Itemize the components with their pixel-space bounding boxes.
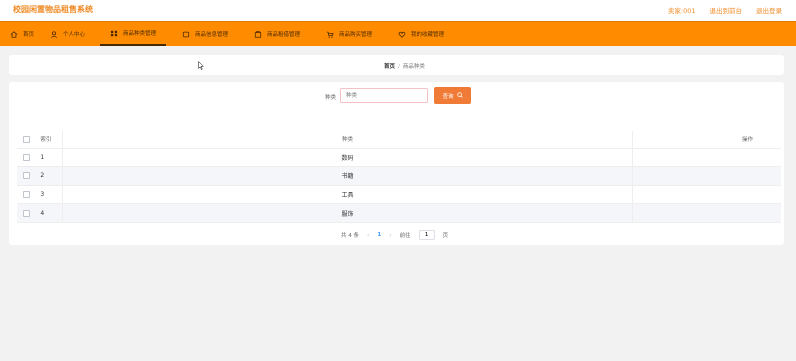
- row-checkbox[interactable]: [23, 153, 31, 161]
- rent-icon: [254, 30, 262, 38]
- nav-item-personal-center[interactable]: 个人中心: [50, 22, 85, 46]
- breadcrumb-home[interactable]: 首页: [384, 64, 395, 70]
- row-actions: [632, 148, 781, 168]
- row-category: 书籍: [61, 166, 634, 186]
- row-index: 2: [36, 166, 63, 186]
- row-index: 4: [36, 203, 63, 223]
- search-button-label: 查询: [442, 93, 454, 100]
- breadcrumb-separator: /: [398, 64, 400, 70]
- header-select-all[interactable]: [17, 131, 37, 149]
- category-icon: [110, 30, 118, 37]
- user-icon: [50, 30, 58, 38]
- pagination: 共 4 条 ‹ 1 › 前往 页: [341, 230, 448, 240]
- search-category-input[interactable]: [340, 88, 428, 103]
- nav-item-category-management[interactable]: 商品种类管理: [100, 22, 167, 46]
- goto-suffix: 页: [442, 233, 449, 239]
- nav-item-product-management[interactable]: 商品信息管理: [182, 22, 228, 46]
- row-checkbox[interactable]: [23, 172, 31, 180]
- home-icon: [10, 30, 18, 38]
- row-category: 工具: [61, 185, 634, 205]
- favorite-icon: [398, 31, 406, 38]
- nav-item-home[interactable]: 首页: [10, 22, 34, 46]
- page-number-current[interactable]: 1: [377, 232, 381, 238]
- nav-label-home: 首页: [23, 32, 35, 38]
- row-checkbox[interactable]: [23, 191, 31, 199]
- mouse-cursor-icon: [198, 61, 204, 70]
- search-button[interactable]: 查询: [434, 87, 471, 104]
- table-row: 2 书籍: [17, 166, 781, 186]
- nav-label-personal-center: 个人中心: [63, 32, 86, 38]
- goto-page-input[interactable]: [418, 230, 435, 240]
- breadcrumb-card: 首页 / 商品种类: [9, 55, 784, 75]
- table-row: 1 数码: [17, 148, 781, 168]
- table-header-row: 索引 种类 操作: [17, 131, 781, 149]
- pagination-total: 共 4 条: [341, 233, 359, 239]
- nav-label-product-management: 商品信息管理: [195, 32, 229, 38]
- row-category: 服饰: [61, 203, 634, 223]
- prev-page-button[interactable]: ‹: [367, 232, 369, 239]
- top-header: 校园闲置物品租售系统 卖家:001 退出到前台 退出登录: [0, 0, 796, 21]
- select-all-checkbox[interactable]: [23, 135, 31, 143]
- row-index: 1: [36, 148, 63, 168]
- row-actions: [632, 203, 781, 223]
- table-row: 3 工具: [17, 185, 781, 205]
- header-category: 种类: [61, 131, 634, 149]
- row-checkbox[interactable]: [23, 209, 31, 217]
- search-icon: [456, 91, 463, 100]
- header-actions: 操作: [632, 131, 781, 149]
- nav-label-rent-management: 商品租借管理: [267, 32, 301, 38]
- nav-item-purchase-management[interactable]: 商品购买管理: [326, 22, 372, 46]
- nav-item-favorite-management[interactable]: 我的收藏管理: [398, 22, 444, 46]
- logout-link[interactable]: 退出登录: [756, 5, 782, 15]
- purchase-icon: [326, 31, 334, 38]
- search-category-label: 种类: [325, 95, 337, 101]
- header-index: 索引: [36, 131, 63, 149]
- nav-label-category-management: 商品种类管理: [123, 31, 157, 37]
- nav-label-purchase-management: 商品购买管理: [339, 32, 373, 38]
- row-index: 3: [36, 185, 63, 205]
- nav-item-rent-management[interactable]: 商品租借管理: [254, 22, 300, 46]
- product-icon: [182, 31, 190, 38]
- back-to-front-link[interactable]: 退出到前台: [710, 5, 743, 15]
- breadcrumb-current: 商品种类: [402, 64, 425, 70]
- row-actions: [632, 185, 781, 205]
- nav-label-favorite-management: 我的收藏管理: [411, 32, 445, 38]
- goto-label: 前往: [399, 233, 411, 239]
- row-actions: [632, 166, 781, 186]
- app-title: 校园闲置物品租售系统: [13, 5, 93, 14]
- table-row: 4 服饰: [17, 203, 781, 223]
- current-user-label: 卖家:001: [667, 7, 696, 15]
- main-navbar: 首页 个人中心 商品种类管理 商品信息管理 商品租借管理 商品购买管理 我的收藏…: [0, 21, 796, 46]
- next-page-button[interactable]: ›: [389, 232, 391, 239]
- breadcrumb: 首页 / 商品种类: [384, 62, 425, 70]
- header-links: 卖家:001 退出到前台 退出登录: [668, 5, 782, 15]
- category-table: 索引 种类 操作 1 数码 2 书籍 3 工具 4 服饰: [17, 131, 781, 223]
- row-category: 数码: [61, 148, 634, 168]
